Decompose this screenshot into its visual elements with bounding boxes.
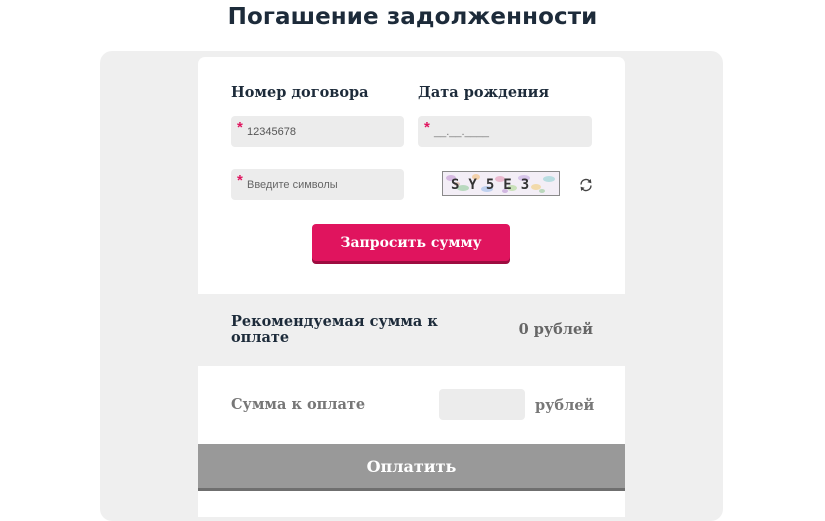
- captcha-image: SY5E3: [442, 171, 560, 196]
- birth-date-placeholder: __.__.____: [434, 126, 490, 138]
- required-mark: *: [424, 119, 430, 136]
- captcha-placeholder: Введите символы: [247, 179, 338, 191]
- payment-currency-label: рублей: [535, 397, 595, 414]
- refresh-icon[interactable]: [578, 177, 594, 193]
- payment-amount-label: Сумма к оплате: [231, 396, 366, 413]
- birth-date-input[interactable]: * __.__.____: [418, 116, 592, 147]
- pay-button[interactable]: Оплатить: [198, 444, 625, 488]
- birth-date-label: Дата рождения: [418, 84, 550, 101]
- recommended-amount-label: Рекомендуемая сумма к оплате: [231, 313, 438, 346]
- payment-amount-input[interactable]: [439, 389, 525, 420]
- page-title: Погашение задолженности: [227, 4, 598, 30]
- required-mark: *: [237, 119, 243, 136]
- request-amount-button[interactable]: Запросить сумму: [312, 224, 510, 261]
- contract-number-input[interactable]: * 12345678: [231, 116, 404, 147]
- payment-card: Номер договора Дата рождения * 12345678 …: [198, 57, 625, 517]
- required-mark: *: [237, 172, 243, 189]
- captcha-characters: SY5E3: [451, 177, 538, 193]
- recommended-amount-value: 0 рублей: [518, 321, 593, 338]
- contract-number-value: 12345678: [247, 126, 296, 138]
- contract-number-label: Номер договора: [231, 84, 369, 101]
- captcha-input[interactable]: * Введите символы: [231, 169, 404, 200]
- recommended-amount-section: Рекомендуемая сумма к оплате 0 рублей: [198, 294, 625, 366]
